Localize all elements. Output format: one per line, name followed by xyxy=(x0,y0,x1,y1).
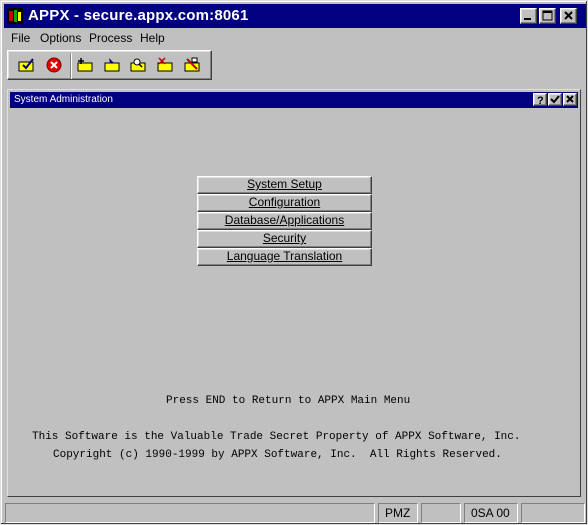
status-panel-empty xyxy=(421,503,461,523)
database-applications-label: Database/Applications xyxy=(224,213,345,227)
status-bar: PMZ 0SA 00 xyxy=(4,503,586,523)
menu-bar: File Options Process Help xyxy=(4,29,586,47)
security-button[interactable]: Security xyxy=(197,230,372,248)
system-setup-button[interactable]: System Setup xyxy=(197,176,372,194)
close-icon xyxy=(566,95,574,103)
system-setup-label: System Setup xyxy=(247,177,322,191)
menu-file[interactable]: File xyxy=(11,31,30,45)
appx-logo-icon xyxy=(7,8,23,24)
child-window: System Administration ? System Setup Con… xyxy=(7,89,581,497)
maximize-icon xyxy=(542,10,553,21)
svg-text:?: ? xyxy=(537,95,544,105)
status-panel-extra xyxy=(521,503,585,523)
window-title: APPX - secure.appx.com:8061 xyxy=(28,7,249,24)
maximize-button[interactable] xyxy=(539,8,556,24)
help-button[interactable]: ? xyxy=(533,93,547,107)
database-applications-button[interactable]: Database/Applications xyxy=(197,212,372,230)
security-label: Security xyxy=(262,231,307,245)
end-folder-icon[interactable] xyxy=(183,57,201,73)
app-window: APPX - secure.appx.com:8061 File Options… xyxy=(0,0,588,525)
check-icon xyxy=(550,95,560,104)
language-translation-label: Language Translation xyxy=(226,249,343,263)
child-close-button[interactable] xyxy=(563,93,577,106)
status-panel-process: 0SA 00 xyxy=(464,503,518,523)
inquire-folder-icon[interactable] xyxy=(129,57,147,73)
check-folder-icon[interactable] xyxy=(18,57,36,73)
configuration-label: Configuration xyxy=(248,195,321,209)
language-translation-button[interactable]: Language Translation xyxy=(197,248,372,266)
title-bar[interactable]: APPX - secure.appx.com:8061 xyxy=(4,4,586,28)
menu-help[interactable]: Help xyxy=(140,31,165,45)
cancel-icon[interactable] xyxy=(46,57,64,73)
minimize-icon xyxy=(524,18,531,20)
press-end-message: Press END to Return to APPX Main Menu xyxy=(166,395,411,407)
toolbar xyxy=(7,50,212,80)
menu-options[interactable]: Options xyxy=(40,31,81,45)
child-title-bar[interactable]: System Administration ? xyxy=(10,92,578,108)
toolbar-separator xyxy=(70,53,72,79)
minimize-button[interactable] xyxy=(520,8,537,24)
close-icon xyxy=(564,11,573,20)
status-panel-message xyxy=(5,503,375,523)
delete-folder-icon[interactable] xyxy=(156,57,174,73)
copyright-notice: Copyright (c) 1990-1999 by APPX Software… xyxy=(53,449,502,461)
status-panel-mode: PMZ xyxy=(378,503,418,523)
add-folder-icon[interactable] xyxy=(76,57,94,73)
close-button[interactable] xyxy=(560,8,577,24)
change-folder-icon[interactable] xyxy=(103,57,121,73)
confirm-button[interactable] xyxy=(548,93,562,106)
trade-secret-notice: This Software is the Valuable Trade Secr… xyxy=(32,431,521,443)
question-icon: ? xyxy=(537,95,544,107)
child-window-title: System Administration xyxy=(14,94,113,105)
configuration-button[interactable]: Configuration xyxy=(197,194,372,212)
menu-process[interactable]: Process xyxy=(89,31,132,45)
